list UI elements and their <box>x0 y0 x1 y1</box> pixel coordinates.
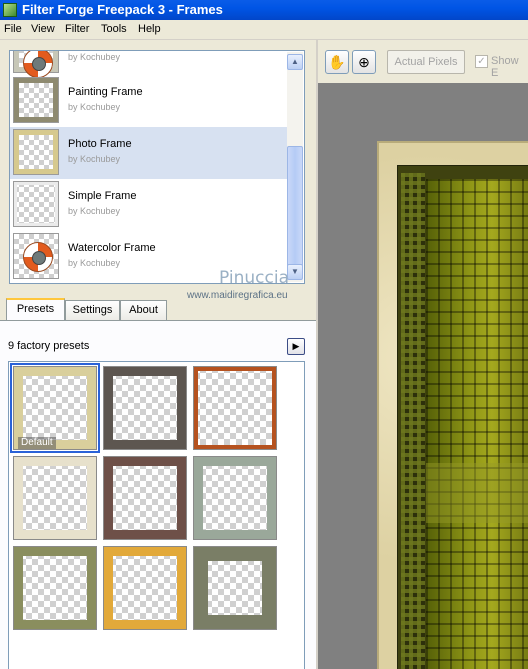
filter-thumbnail <box>13 77 59 123</box>
scroll-up-button[interactable]: ▲ <box>287 54 303 70</box>
preset-grid: Default <box>8 361 305 669</box>
checkmark-icon: ✓ <box>477 56 486 67</box>
preview-image <box>426 179 528 669</box>
preset-thumbnail[interactable] <box>13 456 97 540</box>
list-scrollbar[interactable]: ▲ ▼ <box>287 52 303 282</box>
filter-thumbnail <box>13 129 59 175</box>
default-badge: Default <box>18 437 56 449</box>
show-label: Show E <box>491 55 519 79</box>
filter-name: Watercolor Frame <box>68 242 156 254</box>
preset-thumbnail[interactable] <box>103 456 187 540</box>
filter-author: by Kochubey <box>68 52 121 62</box>
filter-author: by Kochubey <box>68 206 121 216</box>
preset-thumbnail[interactable] <box>13 546 97 630</box>
menu-file[interactable]: File <box>4 23 22 35</box>
list-item-selected[interactable]: Photo Frame by Kochubey <box>10 127 287 179</box>
filter-thumbnail <box>13 233 59 279</box>
filter-list[interactable]: by Kochubey Painting Frame by Kochubey P… <box>9 50 305 284</box>
zoom-icon: ⊕ <box>358 54 370 70</box>
filter-name: Photo Frame <box>68 138 132 150</box>
filter-name: Painting Frame <box>68 86 143 98</box>
preview-canvas[interactable] <box>318 83 528 669</box>
list-item[interactable]: by Kochubey <box>10 51 287 78</box>
preset-thumbnail[interactable] <box>103 546 187 630</box>
show-checkbox[interactable]: ✓ <box>475 55 488 68</box>
preset-thumbnail[interactable] <box>193 456 277 540</box>
tab-strip: Presets Settings About <box>0 298 316 320</box>
menu-help[interactable]: Help <box>138 23 161 35</box>
menu-filter[interactable]: Filter <box>65 23 89 35</box>
filter-thumbnail <box>13 181 59 227</box>
hand-tool-button[interactable]: ✋ <box>325 50 349 74</box>
hand-tool-icon: ✋ <box>328 54 346 70</box>
preview-tile-strip <box>401 173 425 669</box>
filter-author: by Kochubey <box>68 102 121 112</box>
arrow-right-icon: ▶ <box>292 341 300 351</box>
filter-thumbnail <box>13 51 59 78</box>
lifering-icon <box>23 51 53 78</box>
presets-count: 9 factory presets <box>8 340 90 352</box>
tab-presets[interactable]: Presets <box>6 298 65 320</box>
preset-thumbnail[interactable]: Default <box>10 363 100 453</box>
preset-thumbnail[interactable] <box>103 366 187 450</box>
list-item[interactable]: Simple Frame by Kochubey <box>10 179 287 231</box>
filter-name: Simple Frame <box>68 190 137 202</box>
app-icon <box>3 3 17 17</box>
scroll-thumb[interactable] <box>287 146 303 270</box>
preset-thumbnail[interactable] <box>193 366 277 450</box>
menu-bar: File View Filter Tools Help <box>0 20 528 40</box>
filter-author: by Kochubey <box>68 154 121 164</box>
presets-menu-button[interactable]: ▶ <box>287 338 305 355</box>
preview-highlight-band <box>426 463 528 523</box>
menu-view[interactable]: View <box>31 23 55 35</box>
tab-about[interactable]: About <box>120 300 167 320</box>
preset-thumbnail[interactable] <box>193 546 277 630</box>
filter-author: by Kochubey <box>68 258 121 268</box>
lifering-icon <box>23 242 53 272</box>
window-title: Filter Forge Freepack 3 - Frames <box>22 2 223 17</box>
watermark-name: Pinuccia <box>219 268 289 288</box>
tab-settings[interactable]: Settings <box>65 300 120 320</box>
scroll-down-button[interactable]: ▼ <box>287 264 303 280</box>
list-item[interactable]: Painting Frame by Kochubey <box>10 75 287 127</box>
zoom-tool-button[interactable]: ⊕ <box>352 50 376 74</box>
actual-pixels-button[interactable]: Actual Pixels <box>387 50 465 74</box>
title-bar: Filter Forge Freepack 3 - Frames <box>0 0 528 20</box>
menu-tools[interactable]: Tools <box>101 23 127 35</box>
